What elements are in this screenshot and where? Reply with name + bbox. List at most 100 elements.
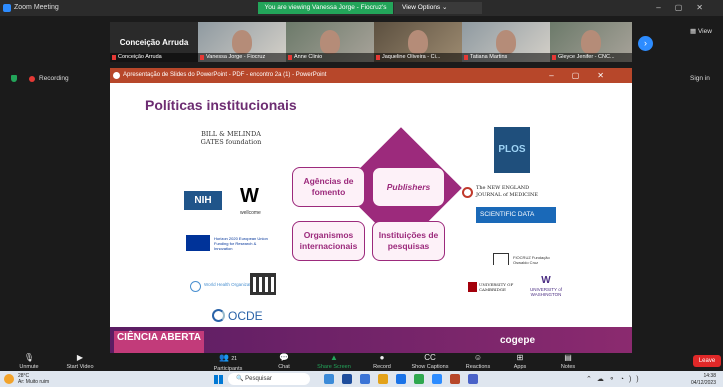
- cambridge-crest-icon: [468, 282, 477, 292]
- apps-icon: ⊞: [516, 353, 524, 362]
- apps-button[interactable]: ⊞ Apps: [508, 353, 532, 370]
- taskbar-app-icon[interactable]: [360, 374, 370, 384]
- active-speaker-name: Conceição Arruda: [119, 38, 189, 47]
- next-participants-button[interactable]: ›: [638, 36, 653, 51]
- box-organismos: Organismos internacionais: [292, 221, 365, 261]
- fiocruz-label: FIOCRUZ Fundação Oswaldo Cruz: [513, 255, 550, 266]
- cambridge-label: UNIVERSITY OF CAMBRIDGE: [479, 282, 514, 293]
- taskbar-clock[interactable]: 14:38 04/12/2023: [676, 373, 716, 386]
- window-controls[interactable]: –▢✕: [656, 3, 717, 12]
- nih-logo: NIH: [184, 191, 222, 210]
- unmute-button[interactable]: 🎙 Unmute: [14, 353, 44, 370]
- system-tray[interactable]: ⌃☁⚬◔)): [586, 375, 644, 383]
- share-screen-button[interactable]: ▲ Share Screen: [312, 353, 356, 370]
- unmute-label: Unmute: [19, 364, 39, 370]
- zoom-app-icon: [3, 4, 11, 12]
- taskbar-app-icon[interactable]: [396, 374, 406, 384]
- search-label: Pesquisar: [245, 376, 272, 382]
- participant-strip: Conceição Arruda Conceição Arruda Vaness…: [0, 16, 723, 68]
- taskbar-app-icon[interactable]: [324, 374, 334, 384]
- view-options-label: View Options: [402, 4, 441, 11]
- view-options-button[interactable]: View Options ⌄: [394, 2, 482, 14]
- slide-title: Políticas institucionais: [145, 97, 297, 113]
- sign-in-link[interactable]: Sign in: [690, 75, 710, 82]
- chat-label: Chat: [278, 364, 290, 370]
- box-publishers: Publishers: [372, 167, 445, 207]
- powerpoint-taskbar-icon[interactable]: [450, 374, 460, 384]
- participant-video: [408, 30, 428, 54]
- show-captions-label: Show Captions: [411, 364, 449, 370]
- notes-button[interactable]: ▤ Notes: [556, 353, 580, 370]
- participant-name: Conceição Arruda: [110, 53, 198, 62]
- chat-icon: 💬: [279, 353, 289, 362]
- recording-indicator: Recording: [0, 68, 110, 88]
- participant-name: Vanessa Jorge - Fiocruz: [198, 53, 286, 62]
- wellcome-label: wellcome: [240, 210, 261, 216]
- video-off-icon: ▶: [76, 353, 84, 362]
- taskbar-app-icon[interactable]: [468, 374, 478, 384]
- powerpoint-icon: [113, 72, 120, 79]
- powerpoint-title-bar: Apresentação de Slides do PowerPoint - P…: [110, 68, 632, 83]
- participants-icon: 👥 21: [219, 353, 237, 362]
- eu-label: Horizon 2020 European Union Funding for …: [214, 236, 268, 252]
- powerpoint-window: Apresentação de Slides do PowerPoint - P…: [110, 68, 632, 353]
- plos-cover: PLOS: [494, 127, 530, 173]
- leave-button[interactable]: Leave: [693, 355, 721, 367]
- chat-button[interactable]: 💬 Chat: [270, 353, 298, 370]
- zoom-title-bar: Zoom Meeting You are viewing Vanessa Jor…: [0, 0, 723, 23]
- weather-widget[interactable]: 28°C Ar: Muito ruim: [4, 373, 49, 386]
- start-video-label: Start Video: [66, 364, 94, 370]
- participant-tile[interactable]: Tatiana Martins: [462, 22, 550, 62]
- record-icon: ●: [379, 353, 385, 362]
- participants-button[interactable]: 👥 21 Participants: [208, 353, 248, 372]
- shield-icon: [11, 75, 17, 82]
- start-video-button[interactable]: ▶ Start Video: [58, 353, 102, 370]
- apps-label: Apps: [513, 364, 527, 370]
- taskbar-app-icon[interactable]: [414, 374, 424, 384]
- notes-icon: ▤: [564, 353, 572, 362]
- unesco-temple-icon: [250, 273, 276, 295]
- show-captions-button[interactable]: CC Show Captions: [406, 353, 454, 370]
- participants-count: 21: [231, 356, 237, 362]
- participant-tile[interactable]: Vanessa Jorge - Fiocruz: [198, 22, 286, 62]
- who-globe-icon: [190, 281, 201, 292]
- cogepe-logo: cogepe: [500, 335, 536, 346]
- box-agencias: Agências de fomento: [292, 167, 365, 207]
- ppt-window-controls[interactable]: –▢✕: [549, 68, 622, 83]
- view-label: View: [697, 28, 712, 35]
- windows-start-icon[interactable]: [214, 375, 223, 384]
- participant-video: [581, 30, 601, 54]
- eu-flag-icon: [186, 235, 210, 251]
- record-dot-icon: [29, 76, 35, 82]
- participant-video: [496, 30, 516, 54]
- zoom-taskbar-icon[interactable]: [432, 374, 442, 384]
- taskbar-app-icon[interactable]: [342, 374, 352, 384]
- powerpoint-title: Apresentação de Slides do PowerPoint - P…: [123, 72, 327, 78]
- reactions-button[interactable]: ☺ Reactions: [460, 353, 496, 370]
- record-label: Record: [373, 364, 391, 370]
- participant-tile[interactable]: Jaqueline Oliveira - Ci...: [374, 22, 462, 62]
- ciencia-aberta-logo: CIÊNCIA ABERTA: [114, 331, 204, 353]
- participant-name: Tatiana Martins: [462, 53, 550, 62]
- window-title: Zoom Meeting: [14, 4, 59, 11]
- who-label: World Health Organization: [204, 282, 257, 287]
- recording-label: Recording: [39, 75, 69, 82]
- scientific-data-logo: SCIENTIFIC DATA: [476, 207, 556, 223]
- record-button[interactable]: ● Record: [368, 353, 396, 370]
- taskbar-search[interactable]: 🔍 Pesquisar: [228, 373, 310, 385]
- participant-tile[interactable]: Gleyce Jenifer - CNC...: [550, 22, 632, 62]
- uw-logo: W UNIVERSITY of WASHINGTON: [526, 275, 566, 298]
- participant-name: Gleyce Jenifer - CNC...: [550, 53, 632, 62]
- participant-name: Jaqueline Oliveira - Ci...: [374, 53, 462, 62]
- screen: Zoom Meeting You are viewing Vanessa Jor…: [0, 0, 723, 387]
- viewing-banner: You are viewing Vanessa Jorge - Fiocruz'…: [258, 2, 393, 23]
- file-explorer-icon[interactable]: [378, 374, 388, 384]
- uw-letter: W: [541, 275, 551, 286]
- wellcome-logo: W: [240, 185, 259, 207]
- view-button[interactable]: ▦ View: [690, 27, 712, 35]
- notes-label: Notes: [560, 364, 576, 370]
- ocde-icon: [212, 309, 225, 322]
- nejm-label: The NEW ENGLAND JOURNAL of MEDICINE: [476, 185, 539, 198]
- slide: Políticas institucionais Agências de fom…: [110, 83, 632, 353]
- participant-tile[interactable]: Anne Clinio: [286, 22, 374, 62]
